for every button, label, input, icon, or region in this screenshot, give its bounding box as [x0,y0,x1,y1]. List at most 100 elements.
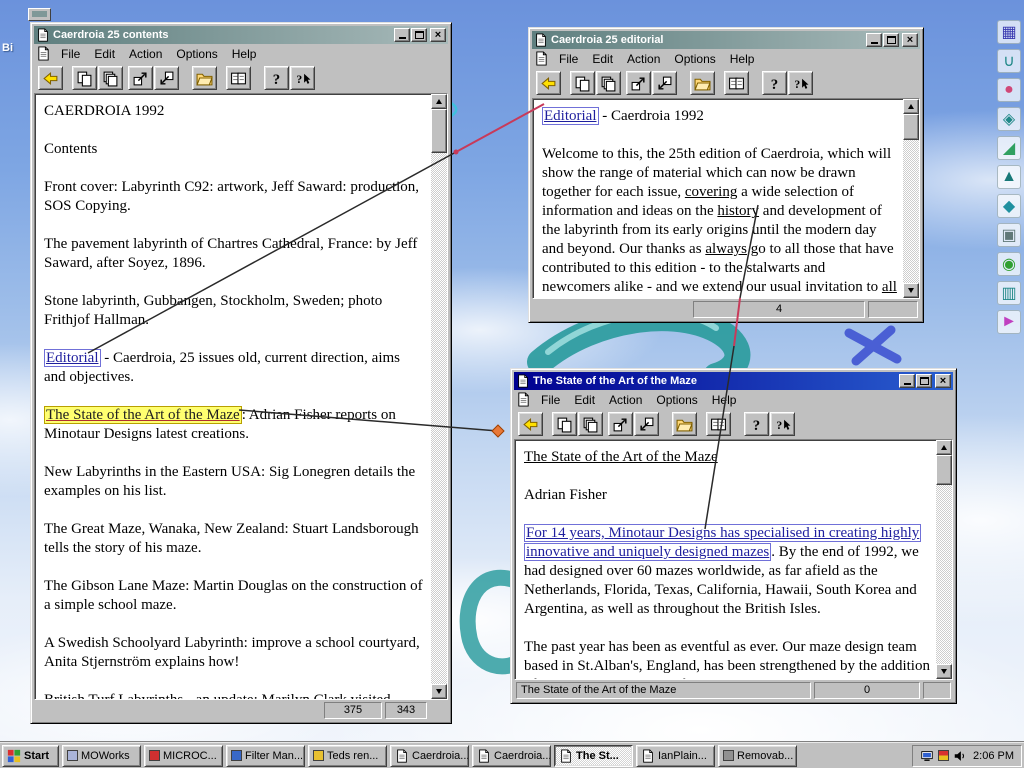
status-icon[interactable] [938,750,950,761]
vertical-scrollbar[interactable] [936,440,952,679]
task-button-caerdroia-1[interactable]: Caerdroia... [390,744,469,767]
app-shortcut-icon[interactable]: ▲ [997,165,1021,189]
menu-help[interactable]: Help [225,45,264,63]
title-bar[interactable]: Caerdroia 25 editorial × [532,31,920,49]
app-shortcut-icon[interactable]: ▦ [997,20,1021,44]
menu-action[interactable]: Action [602,391,649,409]
scroll-up-button[interactable] [903,99,919,114]
app-shortcut-icon[interactable]: ◢ [997,136,1021,160]
app-shortcut-icon[interactable]: ▣ [997,223,1021,247]
maximize-button[interactable] [411,28,427,42]
hyperlink[interactable]: Editorial [542,107,599,125]
link-return-button[interactable] [634,412,659,436]
hyperlink[interactable]: British Turf Labyrinths - an update [44,692,254,699]
hyperlink[interactable]: history [717,203,759,219]
minimize-button[interactable] [866,33,882,47]
app-shortcut-icon[interactable]: ∪ [997,49,1021,73]
app-shortcut-icon[interactable]: ► [997,310,1021,334]
vertical-scrollbar[interactable] [431,94,447,699]
close-button[interactable]: × [430,28,446,42]
scroll-up-button[interactable] [431,94,447,109]
task-button-microc[interactable]: MICROC... [144,744,223,767]
back-button[interactable] [38,66,63,90]
display-icon[interactable] [920,749,934,763]
copy-button[interactable] [226,66,251,90]
minimize-button[interactable] [394,28,410,42]
context-help-button[interactable] [290,66,315,90]
menu-help[interactable]: Help [723,50,762,68]
scroll-down-button[interactable] [936,664,952,679]
task-button-caerdroia-2[interactable]: Caerdroia... [472,744,551,767]
minimize-button[interactable] [899,374,915,388]
open-folder-button[interactable] [192,66,217,90]
menu-action[interactable]: Action [122,45,169,63]
menu-file[interactable]: File [552,50,585,68]
document-icon[interactable] [534,51,549,66]
duplicate-page-button[interactable] [552,412,577,436]
help-button[interactable] [762,71,787,95]
task-button-teds[interactable]: Teds ren... [308,744,387,767]
menu-help[interactable]: Help [705,391,744,409]
task-button-filter-manager[interactable]: Filter Man... [226,744,305,767]
volume-icon[interactable] [953,749,967,763]
menu-action[interactable]: Action [620,50,667,68]
hyperlink[interactable]: The State of the Art of the Maze [44,406,242,424]
menu-file[interactable]: File [534,391,567,409]
app-shortcut-icon[interactable]: ● [997,78,1021,102]
vertical-scrollbar[interactable] [903,99,919,298]
link-jump-button[interactable] [626,71,651,95]
app-shortcut-icon[interactable]: ◉ [997,252,1021,276]
open-folder-button[interactable] [690,71,715,95]
context-help-button[interactable] [770,412,795,436]
task-button-ianplain[interactable]: IanPlain... [636,744,715,767]
menu-options[interactable]: Options [169,45,224,63]
task-button-removable[interactable]: Removab... [718,744,797,767]
link-return-button[interactable] [154,66,179,90]
scrollbar-thumb[interactable] [903,114,919,140]
scrollbar-thumb[interactable] [431,109,447,153]
maximize-button[interactable] [883,33,899,47]
hyperlink[interactable]: covering [685,184,737,200]
copy-button[interactable] [706,412,731,436]
scroll-down-button[interactable] [431,684,447,699]
menu-edit[interactable]: Edit [567,391,602,409]
scrollbar-thumb[interactable] [936,455,952,485]
menu-edit[interactable]: Edit [585,50,620,68]
context-help-button[interactable] [788,71,813,95]
close-button[interactable]: × [902,33,918,47]
start-button[interactable]: Start [2,744,59,767]
hyperlink[interactable]: The State of the Art of the Maze [524,449,718,465]
app-shortcut-icon[interactable]: ◈ [997,107,1021,131]
menu-edit[interactable]: Edit [87,45,122,63]
back-button[interactable] [518,412,543,436]
copy-button[interactable] [724,71,749,95]
help-button[interactable] [744,412,769,436]
pages-button[interactable] [596,71,621,95]
title-bar[interactable]: Caerdroia 25 contents × [34,26,448,44]
link-jump-button[interactable] [128,66,153,90]
duplicate-page-button[interactable] [570,71,595,95]
taskbar-clock[interactable]: 2:06 PM [973,750,1014,762]
menu-options[interactable]: Options [667,50,722,68]
task-button-moworks[interactable]: MOWorks [62,744,141,767]
maximize-button[interactable] [916,374,932,388]
app-shortcut-icon[interactable]: ◆ [997,194,1021,218]
link-jump-button[interactable] [608,412,633,436]
menu-file[interactable]: File [54,45,87,63]
app-shortcut-icon[interactable]: ▥ [997,281,1021,305]
link-return-button[interactable] [652,71,677,95]
document-icon[interactable] [516,392,531,407]
hyperlink[interactable]: always [705,241,747,257]
help-button[interactable] [264,66,289,90]
duplicate-page-button[interactable] [72,66,97,90]
menu-options[interactable]: Options [649,391,704,409]
scroll-down-button[interactable] [903,283,919,298]
document-icon[interactable] [36,46,51,61]
hyperlink[interactable]: Editorial [44,349,101,367]
scroll-up-button[interactable] [936,440,952,455]
open-folder-button[interactable] [672,412,697,436]
close-button[interactable]: × [935,374,951,388]
task-button-the-state[interactable]: The St... [554,744,633,767]
pages-button[interactable] [98,66,123,90]
title-bar[interactable]: The State of the Art of the Maze × [514,372,953,390]
